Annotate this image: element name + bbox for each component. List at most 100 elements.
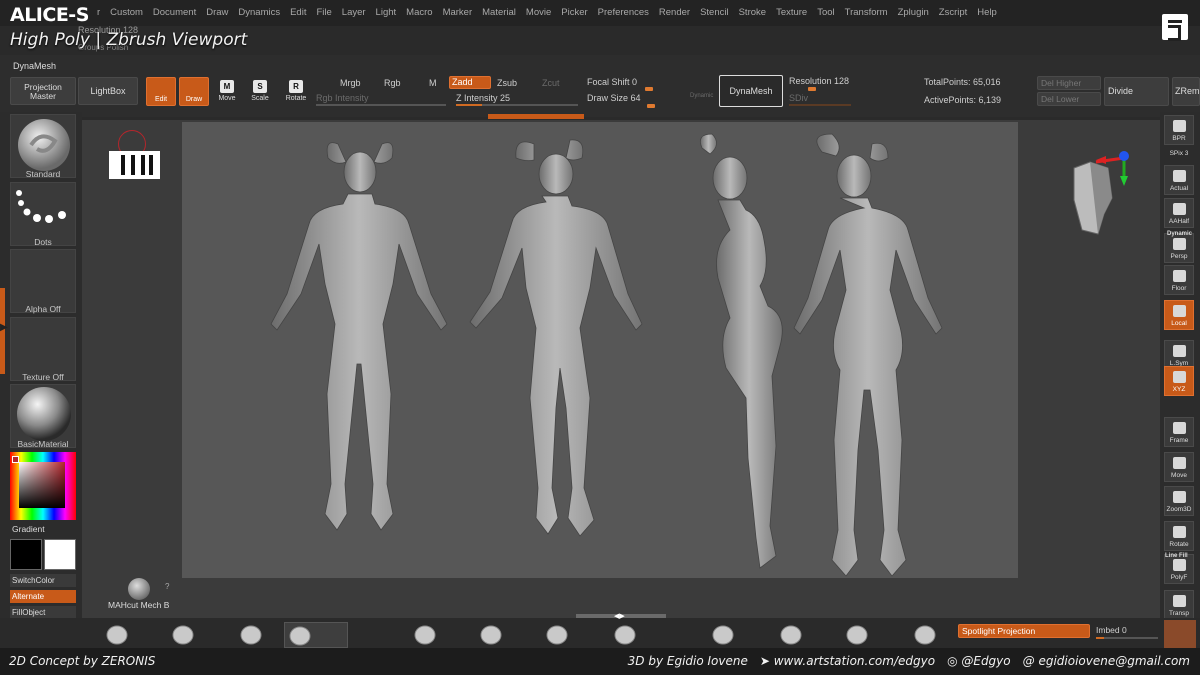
snake-brush-icon[interactable] bbox=[542, 622, 572, 648]
dam-brush-icon[interactable] bbox=[236, 622, 266, 648]
trim-brush-icon[interactable] bbox=[708, 622, 738, 648]
draw-size-knob[interactable] bbox=[647, 104, 655, 108]
menu-item[interactable]: Marker bbox=[438, 7, 478, 18]
mask-brush-icon[interactable] bbox=[610, 622, 640, 648]
draw-size-slider[interactable]: Draw Size 64 bbox=[587, 93, 641, 103]
bpr-button[interactable]: BPR bbox=[1164, 115, 1194, 145]
secondary-color-swatch[interactable] bbox=[44, 539, 76, 570]
menu-item[interactable]: Texture bbox=[771, 7, 812, 18]
zadd-button[interactable]: Zadd bbox=[449, 76, 491, 89]
switch-color-button[interactable]: SwitchColor bbox=[10, 574, 76, 587]
color-picker-square[interactable] bbox=[19, 462, 65, 508]
navigator-thumbnail[interactable] bbox=[109, 151, 160, 179]
scroll-indicator[interactable] bbox=[488, 114, 584, 119]
extra-tool-icon[interactable] bbox=[1164, 620, 1196, 648]
mrgb-button[interactable]: Mrgb bbox=[340, 78, 361, 88]
clay-brush-icon[interactable] bbox=[102, 622, 132, 648]
del-higher-button[interactable]: Del Higher bbox=[1037, 76, 1101, 90]
3d-viewport[interactable] bbox=[182, 122, 1018, 578]
curve-brush-icon[interactable] bbox=[910, 622, 940, 648]
zsub-button[interactable]: Zsub bbox=[497, 78, 517, 88]
xyz-button[interactable]: XYZ bbox=[1164, 366, 1194, 396]
rgb-intensity-track[interactable] bbox=[316, 104, 446, 106]
dynamic-toggle[interactable]: Dynamic bbox=[690, 93, 713, 99]
spix-button[interactable]: SPix 3 bbox=[1164, 148, 1194, 162]
inflate-brush-icon[interactable] bbox=[842, 622, 872, 648]
menu-item[interactable]: File bbox=[311, 7, 336, 18]
move-brush-icon[interactable] bbox=[168, 622, 198, 648]
menu-item[interactable]: Movie bbox=[521, 7, 556, 18]
menu-item[interactable]: Stencil bbox=[695, 7, 734, 18]
spotlight-projection-button[interactable]: Spotlight Projection bbox=[958, 624, 1090, 638]
z-intensity-track[interactable] bbox=[456, 104, 578, 106]
rotate-button[interactable]: R Rotate bbox=[283, 80, 309, 110]
shelf-arrows-icon[interactable]: ◀▶ bbox=[614, 612, 625, 620]
menu-item[interactable]: Material bbox=[477, 7, 521, 18]
menu-item[interactable]: Zplugin bbox=[893, 7, 934, 18]
orientation-gizmo[interactable] bbox=[1062, 148, 1140, 238]
menu-item[interactable]: Macro bbox=[401, 7, 437, 18]
menu-item[interactable]: Document bbox=[148, 7, 201, 18]
persp-button[interactable]: Persp bbox=[1164, 233, 1194, 263]
menu-item[interactable]: Transform bbox=[840, 7, 893, 18]
help-question-icon[interactable]: ? bbox=[165, 582, 169, 591]
menu-item[interactable]: Tool bbox=[812, 7, 839, 18]
menu-item[interactable]: Light bbox=[371, 7, 402, 18]
del-lower-button[interactable]: Del Lower bbox=[1037, 92, 1101, 106]
dynamesh-button[interactable]: DynaMesh bbox=[719, 75, 783, 107]
aahalf-button[interactable]: AAHalf bbox=[1164, 198, 1194, 228]
lightbox-button[interactable]: LightBox bbox=[78, 77, 138, 105]
zoom3d-button[interactable]: Zoom3D bbox=[1164, 486, 1194, 516]
focal-shift-slider[interactable]: Focal Shift 0 bbox=[587, 77, 637, 87]
draw-button[interactable]: Draw bbox=[179, 77, 209, 106]
frame-button[interactable]: Frame bbox=[1164, 417, 1194, 447]
menu-item[interactable]: Render bbox=[654, 7, 695, 18]
standard-brush-icon[interactable] bbox=[284, 622, 348, 648]
actual-button[interactable]: Actual bbox=[1164, 165, 1194, 195]
zremesher-button[interactable]: ZRem bbox=[1172, 77, 1200, 106]
move-button[interactable]: M Move bbox=[214, 80, 240, 110]
imbed-slider[interactable]: Imbed 0 bbox=[1096, 625, 1127, 635]
menu-item[interactable]: Draw bbox=[201, 7, 233, 18]
projection-master-button[interactable]: Projection Master bbox=[10, 77, 76, 105]
sdiv-slider[interactable]: SDiv bbox=[789, 93, 808, 103]
z-intensity-slider[interactable]: Z Intensity 25 bbox=[456, 93, 510, 103]
scale-button[interactable]: S Scale bbox=[247, 80, 273, 110]
transp-button[interactable]: Transp bbox=[1164, 590, 1194, 620]
menu-item[interactable]: r bbox=[92, 7, 105, 18]
menu-item[interactable]: Zscript bbox=[934, 7, 973, 18]
edit-button[interactable]: Edit bbox=[146, 77, 176, 106]
menu-item[interactable]: Custom bbox=[105, 7, 148, 18]
zcut-button[interactable]: Zcut bbox=[542, 78, 560, 88]
move-button[interactable]: Move bbox=[1164, 452, 1194, 482]
m-button[interactable]: M bbox=[429, 78, 437, 88]
rgb-intensity-slider[interactable]: Rgb Intensity bbox=[316, 93, 369, 103]
resolution-slider[interactable]: Resolution 128 bbox=[789, 76, 849, 86]
menu-item[interactable]: Layer bbox=[337, 7, 371, 18]
gradient-toggle[interactable]: Gradient bbox=[12, 524, 45, 534]
color-marker-icon[interactable] bbox=[12, 456, 19, 463]
lasso-brush-icon[interactable] bbox=[410, 622, 440, 648]
focal-shift-knob[interactable] bbox=[645, 87, 653, 91]
main-color-swatch[interactable] bbox=[10, 539, 42, 570]
rect-brush-icon[interactable] bbox=[476, 622, 506, 648]
menu-item[interactable]: Stroke bbox=[734, 7, 771, 18]
sdiv-track[interactable] bbox=[789, 104, 851, 106]
instagram-link[interactable]: ◎ @Edgyo bbox=[947, 654, 1011, 668]
tray-arrow-icon[interactable]: ▶ bbox=[0, 322, 8, 333]
resolution-knob[interactable] bbox=[808, 87, 816, 91]
local-button[interactable]: Local bbox=[1164, 300, 1194, 330]
email-link[interactable]: @ egidioiovene@gmail.com bbox=[1023, 654, 1190, 668]
imbed-track[interactable] bbox=[1096, 637, 1158, 639]
divide-button[interactable]: Divide bbox=[1104, 77, 1169, 106]
rotate-button[interactable]: Rotate bbox=[1164, 521, 1194, 551]
mahcut-material-icon[interactable] bbox=[128, 578, 150, 600]
menu-item[interactable]: Edit bbox=[285, 7, 311, 18]
artstation-link[interactable]: ➤ www.artstation.com/edgyo bbox=[760, 654, 935, 668]
menu-item[interactable]: Picker bbox=[556, 7, 592, 18]
rgb-button[interactable]: Rgb bbox=[384, 78, 401, 88]
alternate-button[interactable]: Alternate bbox=[10, 590, 76, 603]
planar-brush-icon[interactable] bbox=[776, 622, 806, 648]
menu-item[interactable]: Preferences bbox=[593, 7, 654, 18]
menu-item[interactable]: Dynamics bbox=[233, 7, 285, 18]
